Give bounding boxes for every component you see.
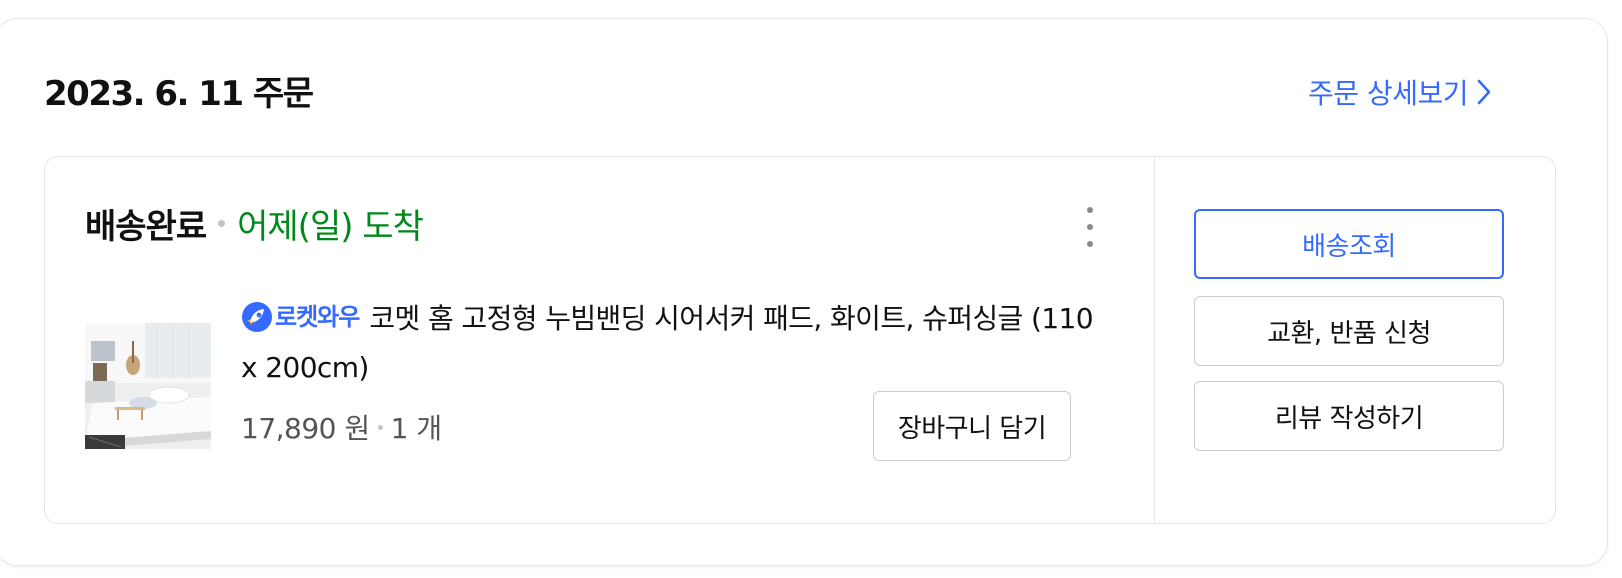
more-options-button[interactable] (1078, 207, 1102, 247)
rocket-wow-badge: 로켓와우 (241, 293, 360, 341)
product-info: 로켓와우 코멧 홈 고정형 누빔밴딩 시어서커 패드, 화이트, 슈퍼싱글 (1… (241, 295, 1101, 392)
product-name-link[interactable]: 로켓와우 코멧 홈 고정형 누빔밴딩 시어서커 패드, 화이트, 슈퍼싱글 (1… (241, 295, 1101, 392)
delivery-status: 배송완료 (85, 207, 207, 247)
order-actions-pane: 배송조회 교환, 반품 신청 리뷰 작성하기 (1155, 157, 1555, 523)
rocket-wow-label: 로켓와우 (275, 303, 360, 331)
add-to-cart-button[interactable]: 장바구니 담기 (873, 391, 1071, 461)
arrival-date: 어제(일) 도착 (237, 207, 424, 247)
order-date-title: 2023. 6. 11 주문 (44, 74, 314, 114)
write-review-button[interactable]: 리뷰 작성하기 (1194, 381, 1504, 451)
price-quantity-row: 17,890 원 1 개 (241, 407, 442, 447)
product-quantity: 1 개 (390, 412, 442, 445)
product-price: 17,890 원 (241, 412, 370, 445)
order-detail-link-label: 주문 상세보기 (1308, 77, 1468, 110)
product-thumbnail[interactable] (85, 323, 211, 449)
shipment-status-row: 배송완료 어제(일) 도착 (85, 199, 424, 248)
product-name-text: 코멧 홈 고정형 누빔밴딩 시어서커 패드, 화이트, 슈퍼싱글 (110 x … (241, 302, 1094, 384)
shipment-card: 배송완료 어제(일) 도착 로켓와우 코멧 홈 고정형 누빔밴딩 시어서커 패드… (44, 156, 1556, 524)
track-delivery-button[interactable]: 배송조회 (1194, 209, 1504, 279)
rocket-icon (242, 302, 272, 332)
order-detail-link[interactable]: 주문 상세보기 (1308, 72, 1492, 112)
separator-dot (218, 220, 226, 227)
product-image (85, 323, 211, 449)
exchange-return-button[interactable]: 교환, 반품 신청 (1194, 296, 1504, 366)
more-vertical-icon (1087, 207, 1093, 213)
shipment-item-pane: 배송완료 어제(일) 도착 로켓와우 코멧 홈 고정형 누빔밴딩 시어서커 패드… (45, 157, 1155, 523)
separator-dot (377, 424, 383, 430)
chevron-right-icon (1477, 79, 1491, 105)
